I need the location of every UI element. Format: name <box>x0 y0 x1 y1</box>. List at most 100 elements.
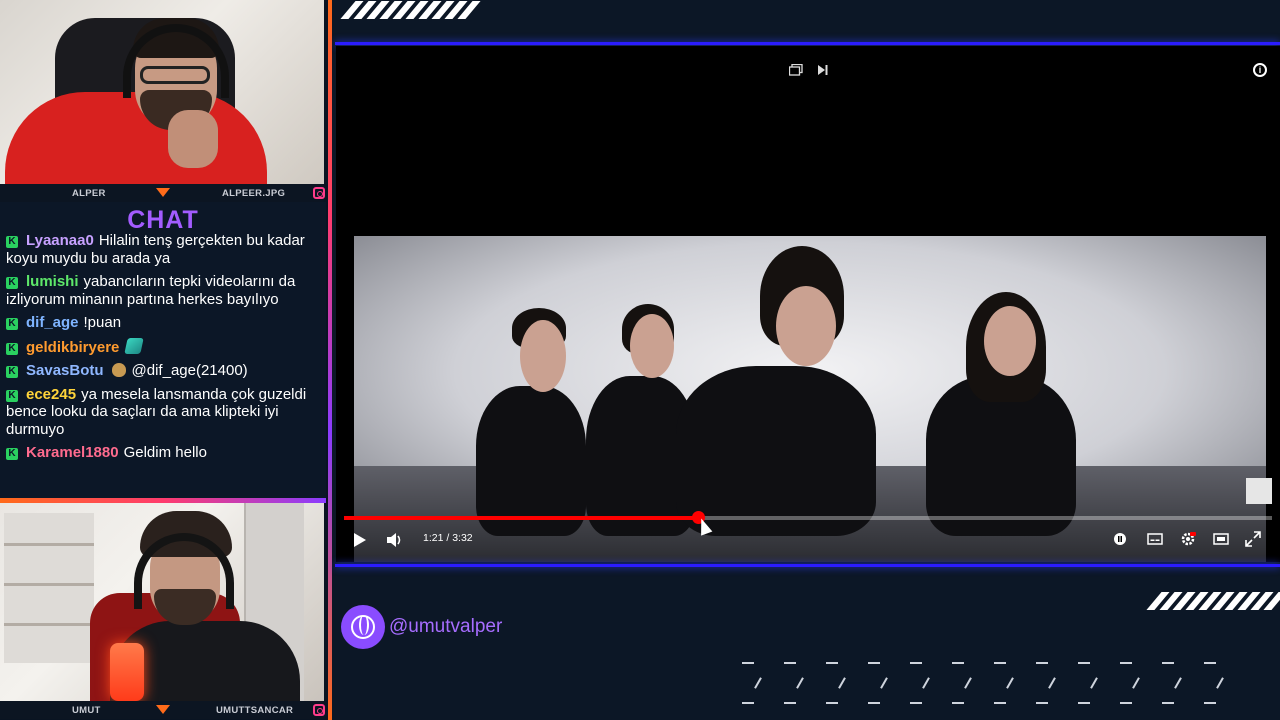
settings-icon[interactable] <box>1180 531 1196 547</box>
webcam-top <box>0 0 324 184</box>
shelf <box>4 513 94 663</box>
next-icon[interactable] <box>816 64 830 76</box>
shelf-board <box>4 543 94 546</box>
info-icon[interactable]: i <box>1253 63 1267 77</box>
dancer-head <box>630 314 674 378</box>
chat-message: Kgeldikbiryere <box>6 337 322 357</box>
kick-badge-icon: K <box>6 448 18 460</box>
dash-mark <box>910 662 922 664</box>
dash-mark <box>1162 662 1174 664</box>
play-icon[interactable] <box>354 533 366 547</box>
dash-mark <box>994 702 1006 704</box>
dash-mark <box>1216 677 1224 689</box>
dash-mark <box>1048 677 1056 689</box>
chat-message: K Karamel1880 Geldim hello <box>6 444 322 462</box>
dash-mark <box>1204 702 1216 704</box>
chat-username[interactable]: geldikbiryere <box>26 339 119 356</box>
dash-pattern-decoration <box>742 662 1262 712</box>
dash-mark <box>1036 662 1048 664</box>
chat-message: K Lyaanaa0 Hilalin tenş gerçekten bu kadar… <box>6 232 322 267</box>
dash-mark <box>754 677 762 689</box>
chat-text: !puan <box>83 314 122 331</box>
stripe-decoration <box>1146 592 1280 610</box>
dash-mark <box>1078 702 1090 704</box>
chat-message-list: K Lyaanaa0 Hilalin tenş gerçekten bu kadar… <box>6 232 322 468</box>
chat-username[interactable]: Karamel1880 <box>26 444 119 461</box>
dash-mark <box>1120 702 1132 704</box>
frame-line-top <box>335 42 1280 45</box>
triangle-icon <box>156 705 170 714</box>
webcam-top-namebar: ALPER ALPEER.JPG <box>0 184 325 202</box>
frame-line-bottom <box>335 564 1280 567</box>
fullscreen-icon[interactable] <box>1245 531 1261 547</box>
dash-mark <box>1120 662 1132 664</box>
webcam-bottom-handle: UMUTTSANCAR <box>216 704 294 716</box>
dash-mark <box>910 702 922 704</box>
dash-mark <box>1006 677 1014 689</box>
shelf-board <box>4 623 94 626</box>
globe-icon <box>341 605 385 649</box>
chat-message: Kdif_age !puan <box>6 314 322 332</box>
social-handle: @umutvalper <box>341 605 502 649</box>
chat-username[interactable]: SavasBotu <box>26 362 104 379</box>
video-player[interactable]: i 1:21 / 3:32 <box>336 46 1280 562</box>
instagram-icon <box>313 187 325 199</box>
progress-fill <box>344 516 699 520</box>
dancer-head <box>520 320 566 392</box>
dash-mark <box>964 677 972 689</box>
stripe-decoration <box>340 1 481 19</box>
dash-mark <box>880 677 888 689</box>
dash-mark <box>784 662 796 664</box>
dash-mark <box>1162 702 1174 704</box>
instagram-icon <box>313 704 325 716</box>
miniplayer-icon[interactable] <box>789 64 803 76</box>
dash-mark <box>1174 677 1182 689</box>
kick-badge-icon: K <box>6 389 18 402</box>
kick-badge-icon: K <box>6 342 18 355</box>
dancer-head <box>984 306 1036 376</box>
theater-mode-icon[interactable] <box>1213 531 1229 547</box>
dancer <box>476 386 586 536</box>
dash-mark <box>826 702 838 704</box>
triangle-icon <box>156 188 170 197</box>
chat-username[interactable]: lumishi <box>26 273 79 290</box>
emote-icon <box>124 337 145 354</box>
progress-bar[interactable] <box>344 511 1272 524</box>
dash-mark <box>838 677 846 689</box>
dash-mark <box>784 702 796 704</box>
volume-icon[interactable] <box>386 532 404 548</box>
chat-text: @dif_age(21400) <box>131 362 248 379</box>
dash-mark <box>868 702 880 704</box>
kick-badge-icon: K <box>6 318 18 330</box>
chat-username[interactable]: ece245 <box>26 386 76 403</box>
dash-mark <box>952 662 964 664</box>
kick-badge-icon: K <box>6 366 18 378</box>
chat-panel: CHAT K Lyaanaa0 Hilalin tenş gerçekten bu … <box>0 202 326 500</box>
dancer <box>676 366 876 536</box>
time-display: 1:21 / 3:32 <box>423 532 473 544</box>
subtitles-icon[interactable] <box>1147 531 1163 547</box>
chat-message: Kece245 ya mesela lansmanda çok guzeldi b… <box>6 386 322 439</box>
chat-username[interactable]: Lyaanaa0 <box>26 232 94 249</box>
dash-mark <box>742 702 754 704</box>
autoplay-toggle-icon[interactable] <box>1112 531 1128 547</box>
dash-mark <box>826 662 838 664</box>
dash-mark <box>1090 677 1098 689</box>
dash-mark <box>742 662 754 664</box>
watermark-logo <box>1246 478 1272 504</box>
microphone-light <box>110 643 144 701</box>
webcam-top-name: ALPER <box>72 187 106 199</box>
stream-overlay: ALPER ALPEER.JPG CHAT K Lyaanaa0 Hilalin t… <box>0 0 1280 720</box>
chat-username[interactable]: dif_age <box>26 314 79 331</box>
person-shirt <box>5 92 267 184</box>
left-column: ALPER ALPEER.JPG CHAT K Lyaanaa0 Hilalin t… <box>0 0 332 720</box>
kick-badge-icon: K <box>6 236 18 248</box>
dash-mark <box>922 677 930 689</box>
webcam-bottom-name: UMUT <box>72 704 101 716</box>
webcam-bottom <box>0 503 324 701</box>
chat-message: K SavasBotu @dif_age(21400) <box>6 362 322 380</box>
player-controls: 1:21 / 3:32 <box>336 526 1280 562</box>
dash-mark <box>796 677 804 689</box>
dash-mark <box>1036 702 1048 704</box>
dash-mark <box>952 702 964 704</box>
